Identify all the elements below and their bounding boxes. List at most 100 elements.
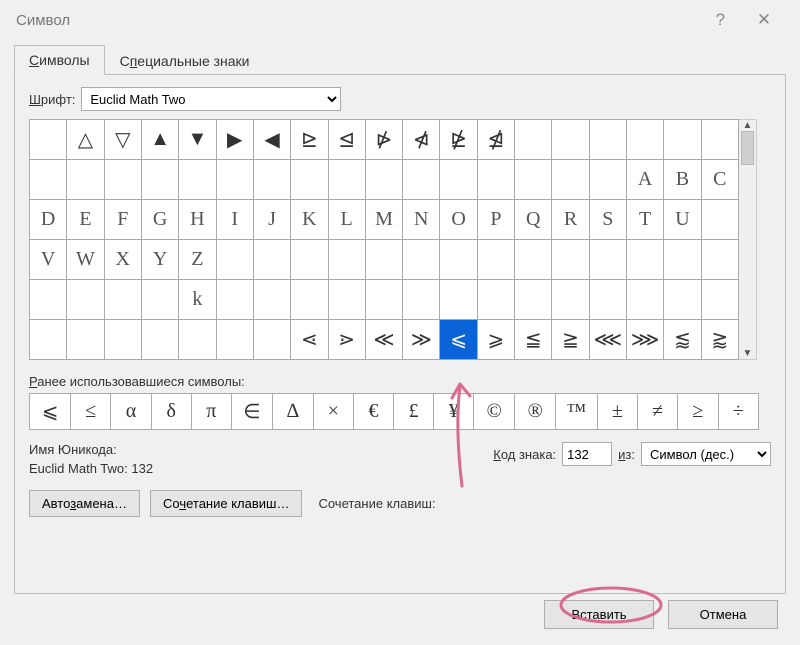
- grid-cell[interactable]: [627, 240, 664, 280]
- recent-cell[interactable]: π: [191, 394, 231, 430]
- character-grid[interactable]: △▽▲▼▶◀⊵⊴⋫⋪⋭⋬ABCDEFGHIJKLMNOPQRSTUVWXYZk⋖…: [29, 119, 739, 360]
- grid-cell[interactable]: [216, 240, 253, 280]
- grid-cell[interactable]: [291, 160, 328, 200]
- grid-cell[interactable]: ▶: [216, 120, 253, 160]
- grid-cell[interactable]: T: [627, 200, 664, 240]
- grid-cell[interactable]: F: [104, 200, 141, 240]
- recent-cell[interactable]: ≤: [71, 394, 111, 430]
- grid-cell[interactable]: [30, 120, 67, 160]
- grid-cell[interactable]: Y: [141, 240, 178, 280]
- grid-cell[interactable]: [552, 120, 589, 160]
- grid-cell[interactable]: ⊴: [328, 120, 365, 160]
- grid-cell[interactable]: Q: [515, 200, 552, 240]
- grid-cell[interactable]: [67, 160, 104, 200]
- grid-cell[interactable]: S: [589, 200, 626, 240]
- grid-cell[interactable]: V: [30, 240, 67, 280]
- grid-cell[interactable]: [67, 320, 104, 360]
- grid-cell[interactable]: [141, 160, 178, 200]
- grid-cell[interactable]: B: [664, 160, 701, 200]
- shortcut-button[interactable]: Сочетание клавиш…: [150, 490, 303, 517]
- grid-cell[interactable]: C: [701, 160, 738, 200]
- grid-cell[interactable]: ⋭: [440, 120, 477, 160]
- grid-cell[interactable]: [179, 160, 216, 200]
- grid-cell[interactable]: [30, 160, 67, 200]
- grid-cell[interactable]: ⊵: [291, 120, 328, 160]
- recent-cell[interactable]: ÷: [718, 394, 758, 430]
- grid-cell[interactable]: ⋪: [403, 120, 440, 160]
- grid-cell[interactable]: [552, 280, 589, 320]
- recent-cell[interactable]: ≥: [678, 394, 718, 430]
- font-select[interactable]: Euclid Math Two: [81, 87, 341, 111]
- grid-cell[interactable]: [664, 240, 701, 280]
- grid-cell[interactable]: [253, 160, 290, 200]
- grid-cell[interactable]: [179, 320, 216, 360]
- grid-cell[interactable]: U: [664, 200, 701, 240]
- grid-cell[interactable]: [30, 320, 67, 360]
- grid-cell[interactable]: [104, 320, 141, 360]
- grid-cell[interactable]: ⪅: [664, 320, 701, 360]
- grid-cell[interactable]: [403, 160, 440, 200]
- grid-cell[interactable]: G: [141, 200, 178, 240]
- grid-cell[interactable]: M: [365, 200, 402, 240]
- recent-cell[interactable]: ∆: [273, 394, 313, 430]
- grid-cell[interactable]: [701, 120, 738, 160]
- grid-cell[interactable]: [365, 160, 402, 200]
- grid-cell[interactable]: [627, 280, 664, 320]
- grid-cell[interactable]: [291, 280, 328, 320]
- grid-scrollbar[interactable]: ▲ ▼: [739, 119, 757, 360]
- grid-cell[interactable]: [515, 240, 552, 280]
- grid-cell[interactable]: [141, 280, 178, 320]
- grid-cell[interactable]: [440, 280, 477, 320]
- recent-cell[interactable]: ×: [313, 394, 353, 430]
- grid-cell[interactable]: [216, 280, 253, 320]
- grid-cell[interactable]: ▲: [141, 120, 178, 160]
- recent-cell[interactable]: £: [394, 394, 434, 430]
- recent-cell[interactable]: ®: [515, 394, 556, 430]
- charcode-input[interactable]: [562, 442, 612, 466]
- grid-cell[interactable]: [104, 160, 141, 200]
- grid-cell[interactable]: ≦: [515, 320, 552, 360]
- grid-cell[interactable]: [552, 240, 589, 280]
- grid-cell[interactable]: ⩾: [477, 320, 514, 360]
- recent-grid[interactable]: ⩽≤αδπ∈∆×€£¥©®™±≠≥÷: [29, 393, 759, 430]
- help-icon[interactable]: ?: [700, 10, 740, 30]
- tab-special-chars[interactable]: Специальные знаки: [105, 46, 265, 75]
- grid-cell[interactable]: ≫: [403, 320, 440, 360]
- recent-cell[interactable]: ±: [597, 394, 637, 430]
- grid-cell[interactable]: [216, 320, 253, 360]
- autocorrect-button[interactable]: Автозамена…: [29, 490, 140, 517]
- grid-cell[interactable]: ⋖: [291, 320, 328, 360]
- from-select[interactable]: Символ (дес.): [641, 442, 771, 466]
- grid-cell[interactable]: [552, 160, 589, 200]
- grid-cell[interactable]: I: [216, 200, 253, 240]
- grid-cell[interactable]: [30, 280, 67, 320]
- grid-cell[interactable]: A: [627, 160, 664, 200]
- grid-cell[interactable]: ⪆: [701, 320, 738, 360]
- grid-cell[interactable]: [253, 240, 290, 280]
- grid-cell[interactable]: X: [104, 240, 141, 280]
- grid-cell[interactable]: K: [291, 200, 328, 240]
- grid-cell[interactable]: Z: [179, 240, 216, 280]
- grid-cell[interactable]: ◀: [253, 120, 290, 160]
- grid-cell[interactable]: [701, 200, 738, 240]
- grid-cell[interactable]: L: [328, 200, 365, 240]
- grid-cell[interactable]: E: [67, 200, 104, 240]
- grid-cell[interactable]: [477, 160, 514, 200]
- grid-cell[interactable]: [440, 240, 477, 280]
- grid-cell[interactable]: ⋗: [328, 320, 365, 360]
- grid-cell[interactable]: [328, 240, 365, 280]
- grid-cell[interactable]: [328, 280, 365, 320]
- grid-cell[interactable]: [589, 280, 626, 320]
- grid-cell[interactable]: [477, 240, 514, 280]
- grid-cell[interactable]: J: [253, 200, 290, 240]
- insert-button[interactable]: Вставить: [544, 600, 654, 629]
- grid-cell[interactable]: [67, 280, 104, 320]
- recent-cell[interactable]: δ: [151, 394, 191, 430]
- grid-cell[interactable]: [216, 160, 253, 200]
- grid-cell[interactable]: [701, 240, 738, 280]
- grid-cell[interactable]: ⋬: [477, 120, 514, 160]
- scroll-up-icon[interactable]: ▲: [743, 120, 753, 131]
- grid-cell[interactable]: [440, 160, 477, 200]
- grid-cell[interactable]: [589, 120, 626, 160]
- grid-cell[interactable]: ≧: [552, 320, 589, 360]
